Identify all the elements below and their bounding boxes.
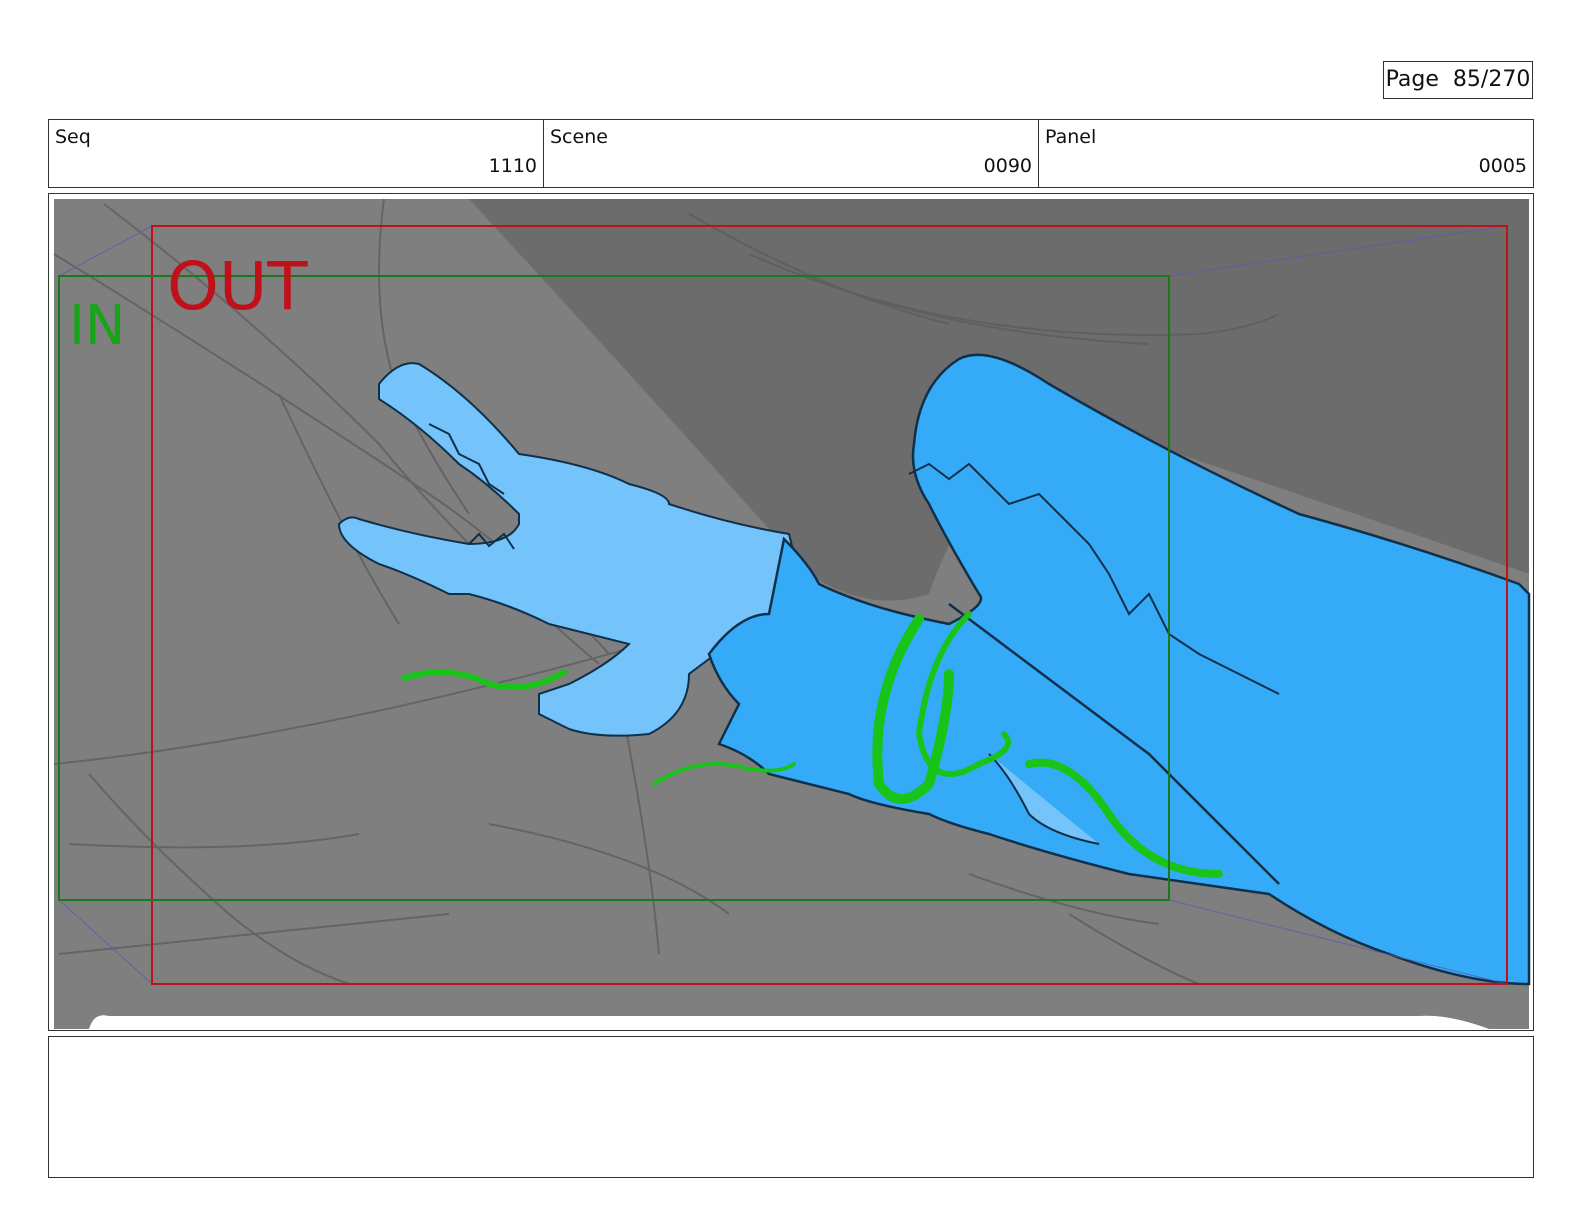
seq-cell: Seq 1110 bbox=[49, 120, 544, 187]
seq-label: Seq bbox=[55, 126, 91, 148]
page-label: Page bbox=[1385, 67, 1439, 92]
shot-info-header: Seq 1110 Scene 0090 Panel 0005 bbox=[48, 119, 1534, 188]
notes-area[interactable] bbox=[48, 1036, 1534, 1178]
page-counter: Page 85/270 bbox=[1383, 61, 1533, 99]
scene-cell: Scene 0090 bbox=[544, 120, 1039, 187]
storyboard-panel: OUT IN bbox=[48, 193, 1534, 1031]
panel-value: 0005 bbox=[1478, 155, 1527, 177]
page-number: 85/270 bbox=[1452, 67, 1531, 92]
scene-label: Scene bbox=[550, 126, 608, 148]
out-label: OUT bbox=[167, 248, 308, 325]
scene-value: 0090 bbox=[983, 155, 1032, 177]
panel-label: Panel bbox=[1045, 126, 1097, 148]
panel-cell: Panel 0005 bbox=[1039, 120, 1533, 187]
panel-artwork: OUT IN bbox=[49, 194, 1533, 1030]
in-label: IN bbox=[69, 294, 125, 357]
seq-value: 1110 bbox=[488, 155, 537, 177]
